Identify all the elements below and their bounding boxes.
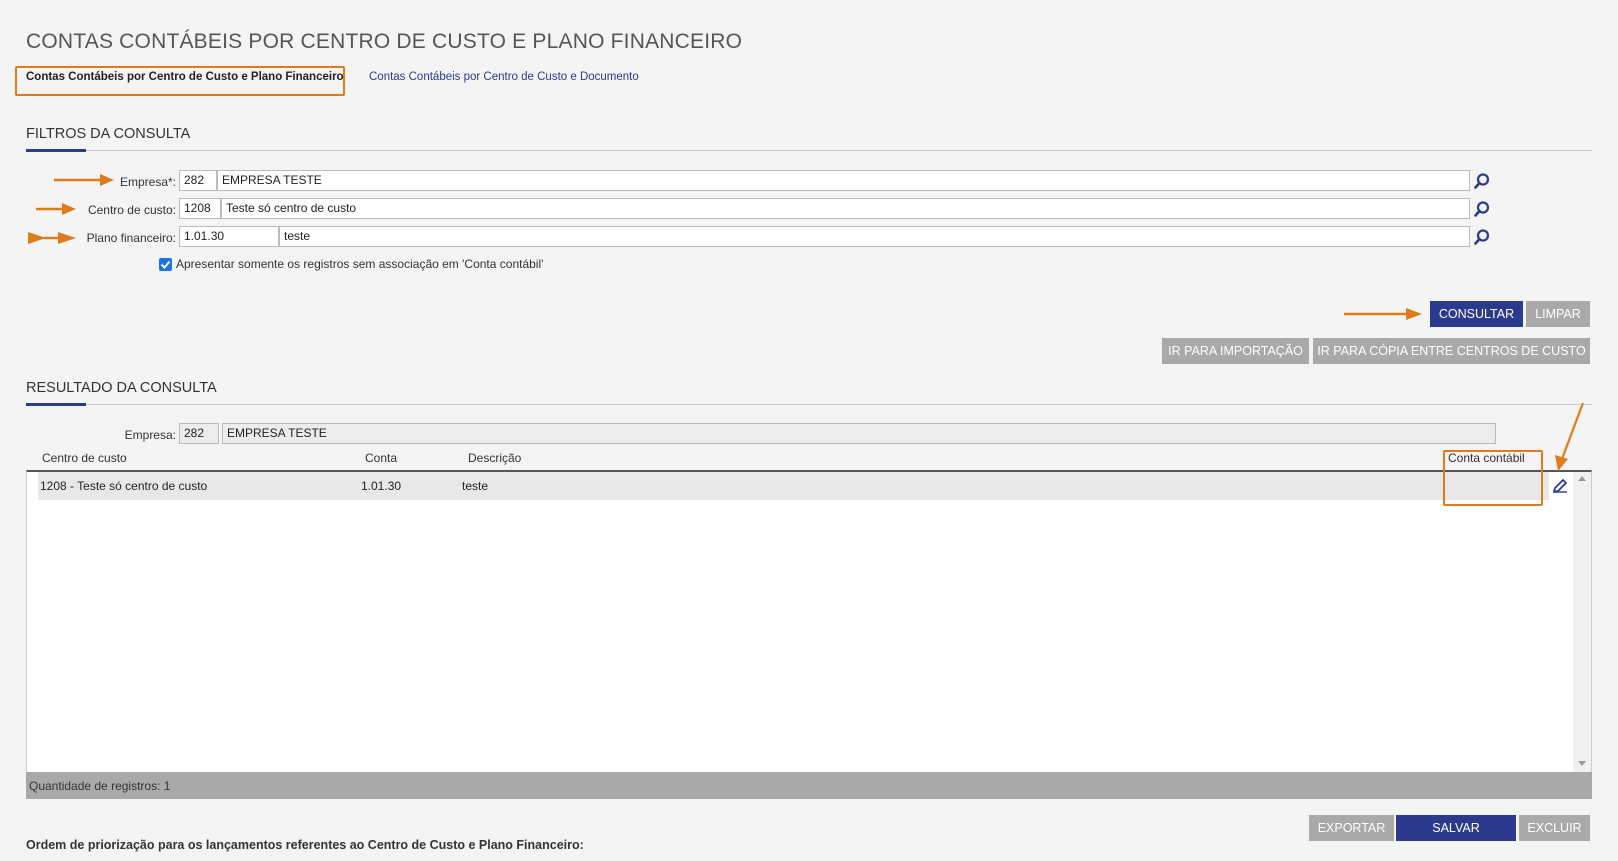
filters-accent: [26, 149, 86, 152]
centro-custo-search-button[interactable]: [1472, 198, 1492, 219]
ir-para-importacao-button[interactable]: IR PARA IMPORTAÇÃO: [1162, 338, 1309, 364]
empresa-name-input[interactable]: EMPRESA TESTE: [217, 170, 1470, 191]
conta-contabil-highlight: [1443, 450, 1543, 506]
plano-financeiro-label: Plano financeiro:: [86, 231, 176, 245]
results-section-title: RESULTADO DA CONSULTA: [26, 380, 217, 396]
empresa-code-input[interactable]: 282: [179, 170, 217, 191]
empresa-label: Empresa*:: [119, 175, 176, 189]
centro-custo-code-input[interactable]: 1208: [179, 198, 221, 219]
plano-financeiro-name-input[interactable]: teste: [279, 226, 1470, 247]
scroll-up-icon[interactable]: [1578, 476, 1586, 481]
tab-centro-custo-plano-financeiro[interactable]: Contas Contábeis por Centro de Custo e P…: [26, 71, 344, 83]
table-row[interactable]: [38, 472, 1549, 500]
scroll-down-icon[interactable]: [1578, 761, 1586, 766]
annotation-arrow-consultar: [1344, 308, 1422, 320]
record-count: Quantidade de registros: 1: [29, 779, 171, 793]
check-icon: [160, 260, 171, 269]
centro-custo-name-input[interactable]: Teste só centro de custo: [221, 198, 1470, 219]
annotation-arrow-edit: [1555, 403, 1585, 471]
exportar-button[interactable]: EXPORTAR: [1309, 815, 1394, 841]
consultar-button[interactable]: CONSULTAR: [1430, 301, 1523, 327]
checkbox-sem-associacao[interactable]: [159, 258, 172, 271]
ir-para-copia-button[interactable]: IR PARA CÓPIA ENTRE CENTROS DE CUSTO: [1313, 338, 1590, 364]
search-icon: [1474, 172, 1490, 189]
tab-centro-custo-documento[interactable]: Contas Contábeis por Centro de Custo e D…: [369, 71, 639, 83]
col-descricao: Descrição: [468, 451, 522, 465]
page-title: CONTAS CONTÁBEIS POR CENTRO DE CUSTO E P…: [26, 30, 743, 53]
excluir-button[interactable]: EXCLUIR: [1519, 815, 1590, 841]
result-empresa-name: EMPRESA TESTE: [222, 423, 1496, 444]
search-icon: [1474, 200, 1490, 217]
pencil-icon: [1553, 479, 1567, 493]
results-divider: [26, 404, 1592, 405]
salvar-button[interactable]: SALVAR: [1396, 815, 1516, 841]
col-centro-custo: Centro de custo: [42, 451, 127, 465]
empresa-search-button[interactable]: [1472, 170, 1492, 191]
row-conta: 1.01.30: [361, 479, 402, 493]
table-scrollbar[interactable]: [1573, 472, 1591, 772]
plano-financeiro-code-input[interactable]: 1.01.30: [179, 226, 279, 247]
filters-section-title: FILTROS DA CONSULTA: [26, 126, 191, 142]
results-table: [26, 470, 1592, 772]
filters-divider: [26, 150, 1592, 151]
row-centro-custo: 1208 - Teste só centro de custo: [40, 479, 208, 493]
limpar-button[interactable]: LIMPAR: [1526, 301, 1590, 327]
result-empresa-label: Empresa:: [124, 428, 176, 442]
results-accent: [26, 403, 86, 406]
plano-financeiro-search-button[interactable]: [1472, 226, 1492, 247]
search-icon: [1474, 228, 1490, 245]
col-conta: Conta: [365, 451, 398, 465]
edit-button[interactable]: [1551, 477, 1571, 497]
result-empresa-code: 282: [179, 423, 219, 444]
centro-custo-label: Centro de custo:: [87, 203, 176, 217]
row-descricao: teste: [462, 479, 489, 493]
results-footer: [26, 772, 1592, 799]
checkbox-label: Apresentar somente os registros sem asso…: [176, 257, 544, 271]
priority-label: Ordem de priorização para os lançamentos…: [26, 838, 584, 852]
